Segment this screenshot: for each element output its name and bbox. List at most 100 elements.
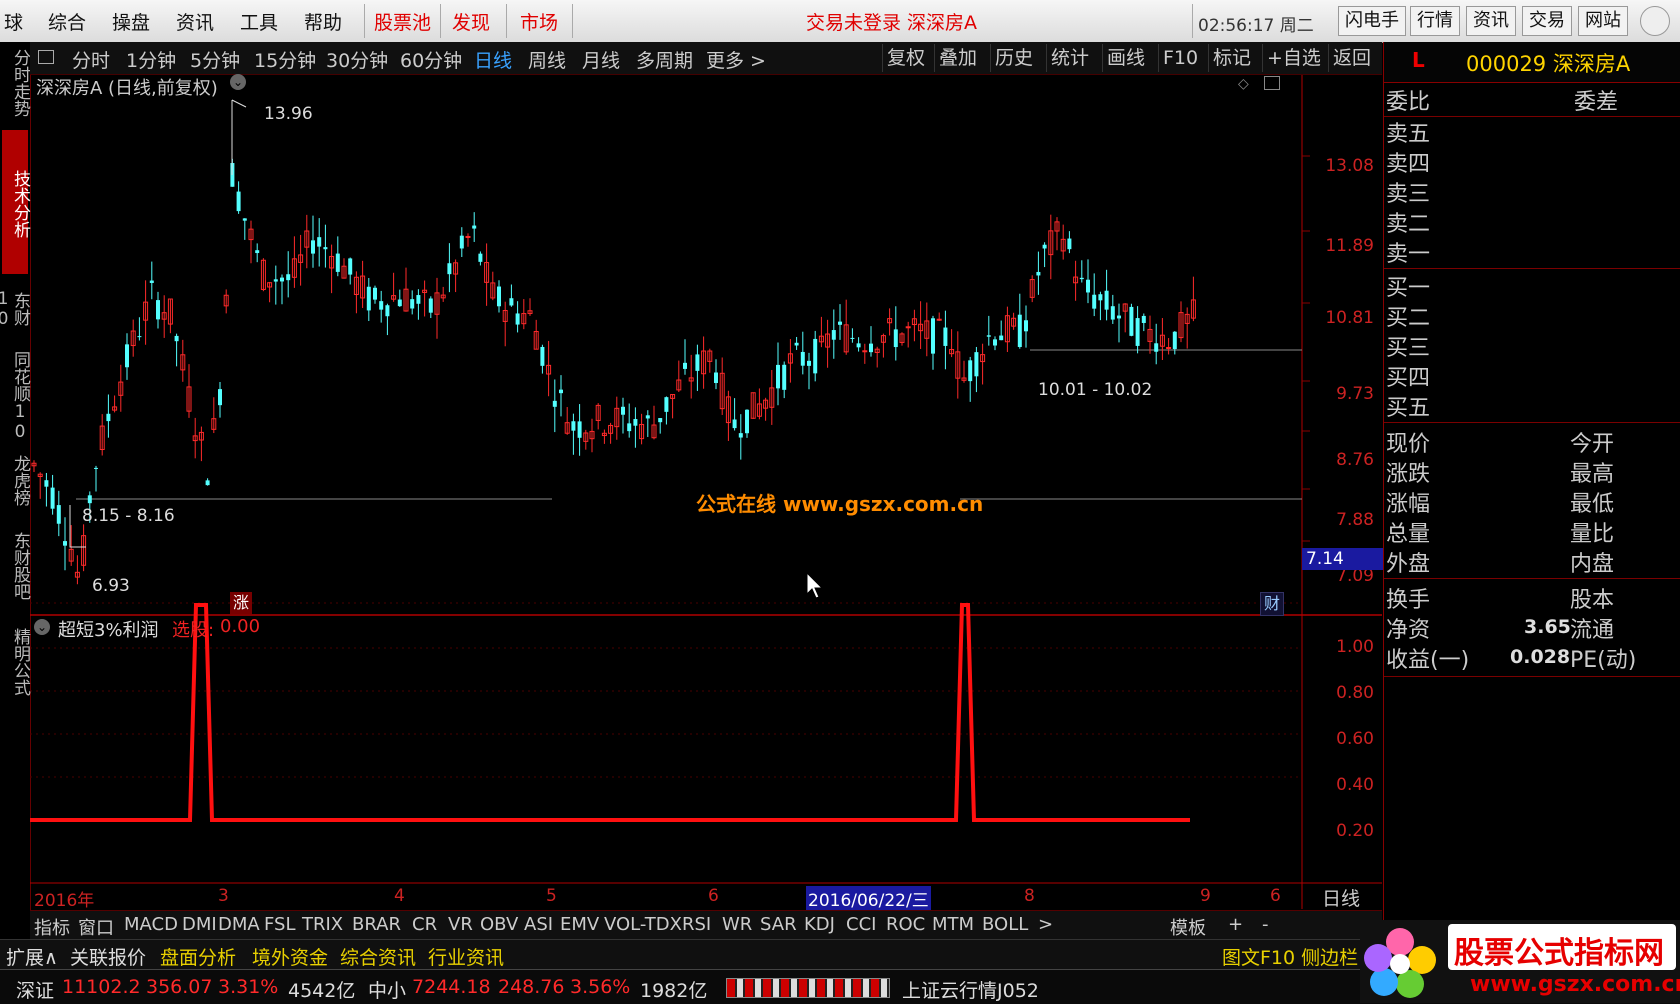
date-highlight: 2016/06/22/三 (806, 886, 931, 911)
indicator-tab-11[interactable]: ASI (524, 914, 553, 935)
ext-jingwai[interactable]: 境外资金 (252, 943, 328, 970)
period-multi[interactable]: 多周期 (636, 46, 693, 73)
menu-caopan[interactable]: 操盘 (112, 8, 150, 35)
indicator-menu-icon[interactable]: ⌄ (34, 619, 50, 635)
indicator-tab-1[interactable]: 窗口 (78, 914, 114, 940)
indicator-tab-24[interactable]: + (1228, 914, 1243, 935)
tb-diejia[interactable]: 叠加 (934, 44, 977, 72)
badge-zhang[interactable]: 涨 (230, 592, 252, 614)
indicator-tab-22[interactable]: > (1038, 914, 1053, 935)
btn-hangqing[interactable]: 行情 (1410, 6, 1460, 36)
tab-tonghuashun10[interactable]: 同花顺10 (2, 350, 30, 442)
ext-zonghe[interactable]: 综合资讯 (340, 943, 416, 970)
indicator-tab-17[interactable]: KDJ (804, 914, 835, 935)
menu-gongju[interactable]: 工具 (240, 8, 278, 35)
period-weekly[interactable]: 周线 (528, 46, 566, 73)
btn-shandianshou[interactable]: 闪电手 (1338, 6, 1406, 36)
idx1-name[interactable]: 深证 (16, 976, 54, 1003)
top-menu-bar: 球 综合 操盘 资讯 工具 帮助 股票池 发现 市场 交易未登录 深深房A 02… (0, 0, 1680, 43)
btn-wangzhan[interactable]: 网站 (1578, 6, 1628, 36)
indicator-tab-13[interactable]: VOL-TDX (604, 914, 682, 935)
idx2-pct: 3.56% (570, 976, 631, 998)
period-fenshi[interactable]: 分时 (72, 46, 110, 73)
date-month-5: 5 (546, 886, 557, 906)
ext-kuozhan[interactable]: 扩展∧ (6, 943, 58, 970)
tb-zixuan[interactable]: +自选 (1262, 44, 1321, 72)
period-30min[interactable]: 30分钟 (326, 46, 388, 73)
indicator-tab-18[interactable]: CCI (846, 914, 876, 935)
tb-fanhui[interactable]: 返回 (1328, 44, 1371, 72)
tab-jishufenxi[interactable]: 技术分析 (2, 130, 30, 274)
ext-panmian[interactable]: 盘面分析 (160, 943, 236, 970)
ext-hangye[interactable]: 行业资讯 (428, 943, 504, 970)
indicator-tab-15[interactable]: WR (722, 914, 752, 935)
menu-gupiaochi[interactable]: 股票池 (374, 8, 431, 35)
tab-dongcai10[interactable]: 东财10 (0, 274, 30, 344)
indicator-tab-19[interactable]: ROC (886, 914, 925, 935)
period-daily[interactable]: 日线 (474, 46, 512, 73)
cloud-status[interactable]: 上证云行情J052 (902, 976, 1039, 1003)
layout-toggle-icon[interactable] (38, 50, 54, 64)
tb-lishi[interactable]: 历史 (990, 44, 1033, 72)
indicator-tab-9[interactable]: VR (448, 914, 473, 935)
date-period[interactable]: 日线 (1322, 884, 1360, 911)
menu-qiu[interactable]: 球 (4, 8, 23, 35)
tb-biaoji[interactable]: 标记 (1208, 44, 1251, 72)
ind-axis-040: 0.40 (1336, 775, 1374, 795)
menu-shichang[interactable]: 市场 (520, 8, 558, 35)
login-notice: 交易未登录 深深房A (806, 12, 978, 34)
period-more[interactable]: 更多 > (706, 46, 766, 73)
chart-menu-icon[interactable]: ⌄ (230, 74, 246, 90)
label-liutong: 流通 (1570, 618, 1615, 643)
tb-huaxian[interactable]: 画线 (1102, 44, 1145, 72)
tab-guba[interactable]: 东财股吧 (2, 526, 30, 606)
idx2-name[interactable]: 中小 (368, 976, 406, 1003)
period-60min[interactable]: 60分钟 (400, 46, 462, 73)
menu-bangzhu[interactable]: 帮助 (304, 8, 342, 35)
tb-f10[interactable]: F10 (1158, 44, 1198, 72)
badge-cai[interactable]: 财 (1260, 592, 1284, 616)
btn-jiaoyi[interactable]: 交易 (1522, 6, 1572, 36)
indicator-tab-21[interactable]: BOLL (982, 914, 1028, 935)
period-monthly[interactable]: 月线 (582, 46, 620, 73)
buy2: 买二 (1386, 306, 1431, 331)
period-5min[interactable]: 5分钟 (190, 46, 240, 73)
indicator-tab-8[interactable]: CR (412, 914, 437, 935)
indicator-tab-14[interactable]: RSI (682, 914, 711, 935)
label-jingzi: 净资 (1386, 618, 1431, 643)
ext-guanlian[interactable]: 关联报价 (70, 943, 146, 970)
indicator-tab-16[interactable]: SAR (760, 914, 797, 935)
diamond-icon[interactable]: ◇ (1238, 76, 1249, 92)
tab-jingmingongshi[interactable]: 精明公式 (2, 622, 30, 702)
indicator-tab-5[interactable]: FSL (264, 914, 296, 935)
indicator-tab-4[interactable]: DMA (218, 914, 260, 935)
tab-longhubang[interactable]: 龙虎榜 (2, 448, 30, 512)
ext-right[interactable]: 图文F10 侧边栏 (1222, 943, 1358, 970)
indicator-tab-20[interactable]: MTM (932, 914, 974, 935)
period-15min[interactable]: 15分钟 (254, 46, 316, 73)
quote-panel: L 000029 深深房A 委比 委差 卖五 卖四 卖三 卖二 卖一 买一 买二… (1383, 42, 1680, 942)
window-toggle-icon[interactable] (1264, 76, 1280, 90)
menu-faxian[interactable]: 发现 (452, 8, 490, 35)
clock: 02:56:17 周二 (1198, 16, 1314, 36)
indicator-title: 超短3%利润 (58, 620, 159, 641)
back-circle-icon[interactable] (1640, 6, 1670, 36)
indicator-tab-3[interactable]: DMI (182, 914, 217, 935)
indicator-tab-25[interactable]: - (1262, 914, 1269, 935)
indicator-tab-2[interactable]: MACD (124, 914, 178, 935)
indicator-tab-23[interactable]: 模板 (1170, 914, 1206, 940)
tab-fenshi[interactable]: 分时走势 (2, 44, 30, 122)
indicator-tab-0[interactable]: 指标 (34, 914, 70, 940)
menu-zixun[interactable]: 资讯 (176, 8, 214, 35)
tb-fuquan[interactable]: 复权 (882, 44, 925, 72)
tb-tongji[interactable]: 统计 (1046, 44, 1089, 72)
indicator-tab-6[interactable]: TRIX (302, 914, 343, 935)
indicator-tab-10[interactable]: OBV (480, 914, 518, 935)
indicator-tab-7[interactable]: BRAR (352, 914, 401, 935)
menu-zonghe[interactable]: 综合 (48, 8, 86, 35)
label-range2: 10.01 - 10.02 (1038, 380, 1153, 400)
date-month-4: 4 (394, 886, 405, 906)
indicator-tab-12[interactable]: EMV (560, 914, 599, 935)
btn-zixun[interactable]: 资讯 (1466, 6, 1516, 36)
period-1min[interactable]: 1分钟 (126, 46, 176, 73)
